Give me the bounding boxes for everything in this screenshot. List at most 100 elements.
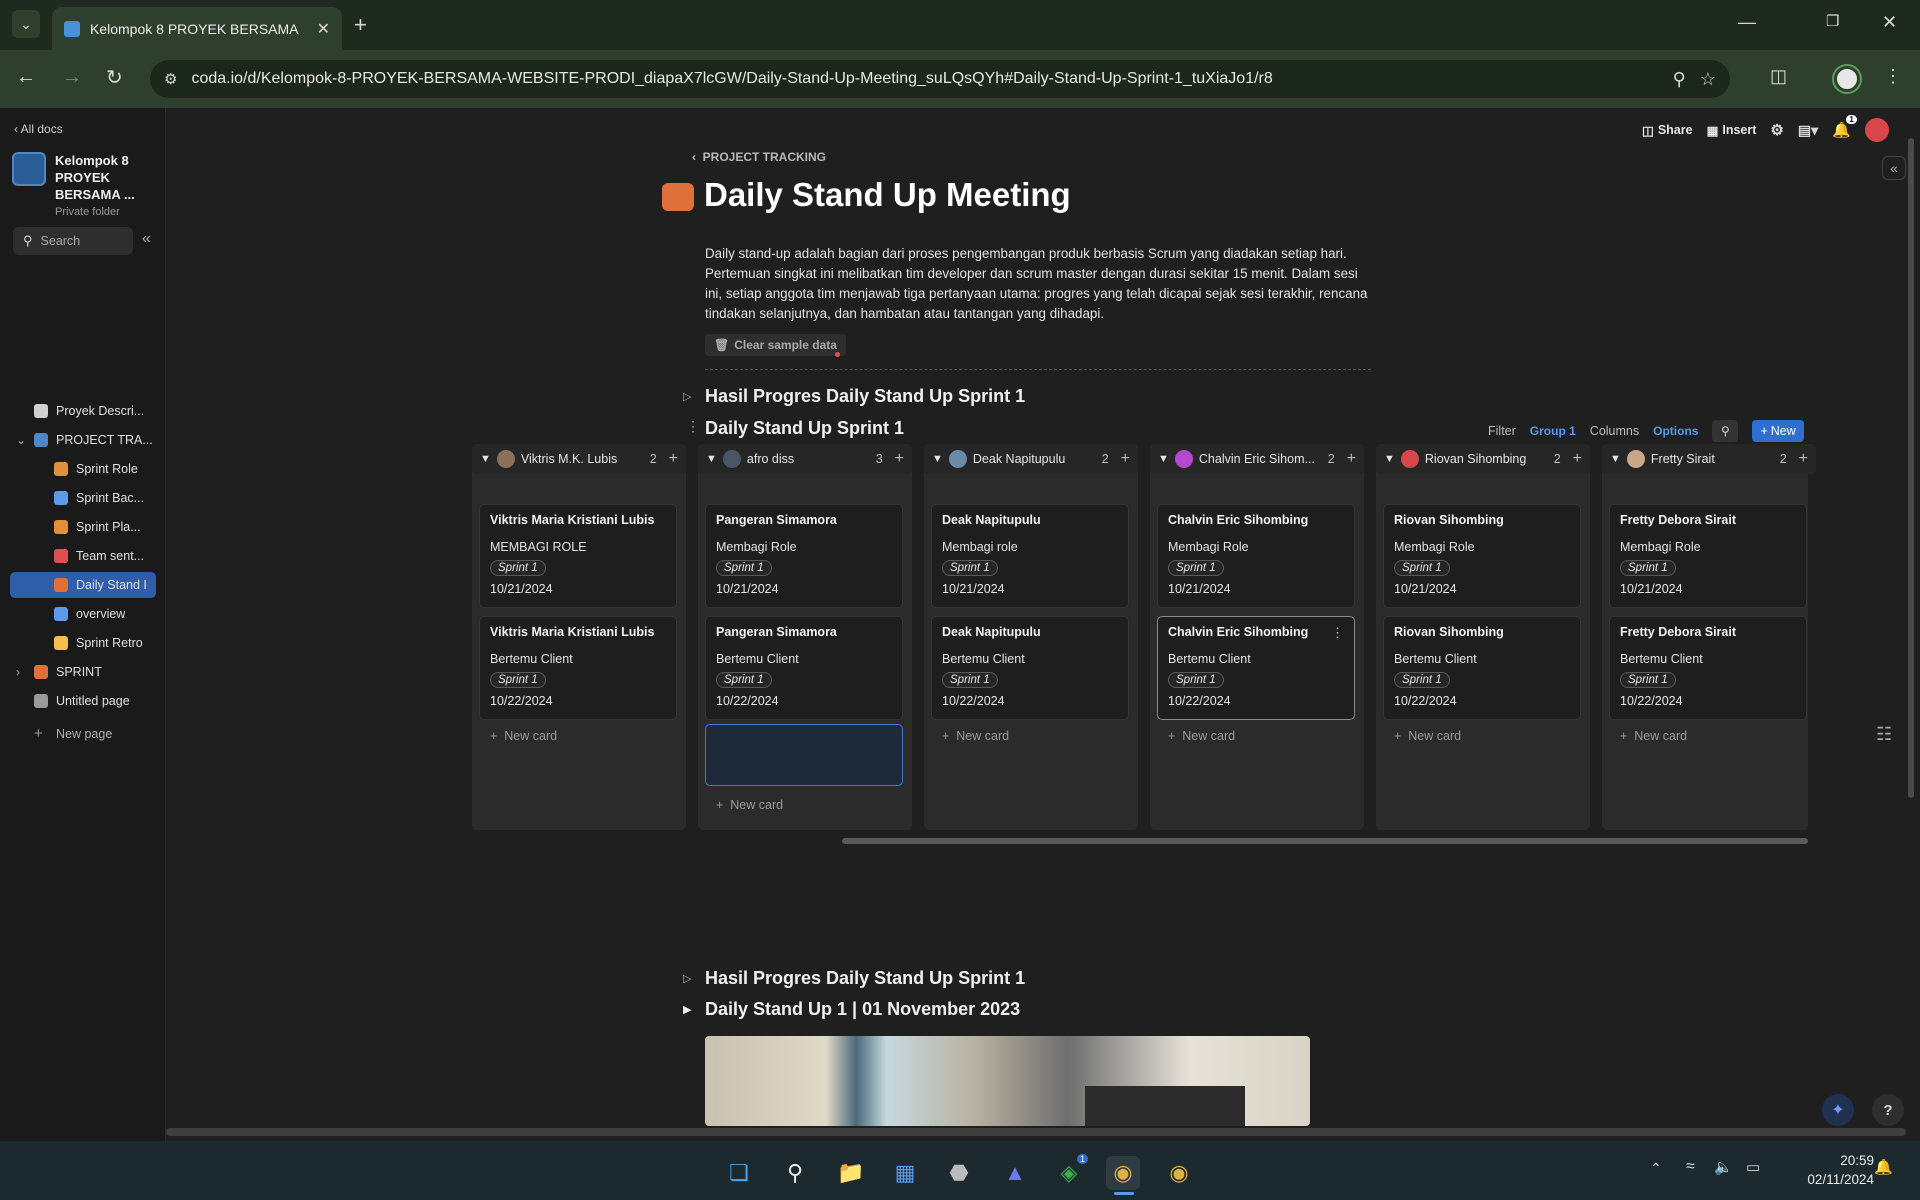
add-card-icon[interactable]: + — [1573, 450, 1582, 468]
new-card-button[interactable]: + New card — [1620, 729, 1687, 743]
section-heading-1[interactable]: Hasil Progres Daily Stand Up Sprint 1 — [705, 386, 1025, 407]
address-bar[interactable]: ⚙ coda.io/d/Kelompok-8-PROYEK-BERSAMA-WE… — [150, 60, 1730, 98]
column-header[interactable]: ▼ Deak Napitupulu 2 + — [924, 444, 1138, 474]
group-button[interactable]: Group 1 — [1530, 424, 1576, 438]
sprint-chip[interactable]: Sprint 1 — [1168, 672, 1224, 688]
chevron-down-icon[interactable]: ⌄ — [16, 433, 26, 447]
site-info-icon[interactable]: ⚙ — [164, 70, 177, 88]
url-text[interactable]: coda.io/d/Kelompok-8-PROYEK-BERSAMA-WEBS… — [191, 70, 1658, 88]
collapse-column-icon[interactable]: ▼ — [480, 453, 491, 465]
sprint-chip[interactable]: Sprint 1 — [1394, 560, 1450, 576]
browser-tab[interactable]: Kelompok 8 PROYEK BERSAMA ✕ — [52, 7, 342, 50]
taskbar-search-icon[interactable]: ⚲ — [778, 1156, 812, 1190]
sprint-chip[interactable]: Sprint 1 — [942, 672, 998, 688]
sprint-chip[interactable]: Sprint 1 — [716, 560, 772, 576]
sidebar-item[interactable]: overview — [10, 601, 156, 627]
add-card-icon[interactable]: + — [669, 450, 678, 468]
kanban-card[interactable]: Deak Napitupulu Membagi role Sprint 1 10/21… — [931, 504, 1129, 608]
zoom-icon[interactable]: ⚲ — [1673, 69, 1686, 90]
kanban-card[interactable]: Riovan Sihombing Membagi Role Sprint 1 10/2… — [1383, 504, 1581, 608]
battery-icon[interactable]: ▭ — [1746, 1158, 1760, 1176]
app-cube-icon[interactable]: ⬣ — [942, 1156, 976, 1190]
doc-title[interactable]: Kelompok 8 PROYEK BERSAMA ... — [55, 152, 151, 203]
collapse-column-icon[interactable]: ▼ — [1610, 453, 1621, 465]
new-card-button[interactable]: + New card — [942, 729, 1009, 743]
sprint-chip[interactable]: Sprint 1 — [1620, 560, 1676, 576]
add-card-icon[interactable]: + — [1347, 450, 1356, 468]
tab-list-button[interactable]: ⌄ — [12, 10, 40, 38]
column-header[interactable]: ▼ Chalvin Eric Sihom... 2 + — [1150, 444, 1364, 474]
columns-button[interactable]: Columns — [1590, 424, 1639, 438]
sprint-chip[interactable]: Sprint 1 — [1394, 672, 1450, 688]
add-card-icon[interactable]: + — [1799, 450, 1808, 468]
notification-center-icon[interactable]: 🔔 — [1874, 1158, 1893, 1176]
page-vertical-scrollbar[interactable] — [1908, 138, 1914, 798]
app-m-icon[interactable]: ▲ — [998, 1156, 1032, 1190]
browser-menu-icon[interactable]: ⋮ — [1884, 66, 1902, 87]
chevron-right-icon[interactable]: › — [16, 665, 20, 679]
sprint-chip[interactable]: Sprint 1 — [1620, 672, 1676, 688]
user-avatar[interactable] — [1864, 118, 1889, 142]
comments-icon[interactable]: ▤▾ — [1798, 122, 1818, 139]
collapse-column-icon[interactable]: ▼ — [1384, 453, 1395, 465]
column-header[interactable]: ▼ Viktris M.K. Lubis 2 + — [472, 444, 686, 474]
kanban-card[interactable]: Pangeran Simamora Membagi Role Sprint 1 10/… — [705, 504, 903, 608]
add-card-icon[interactable]: + — [1121, 450, 1130, 468]
board-search-icon[interactable]: ⚲ — [1712, 420, 1739, 442]
options-button[interactable]: Options — [1653, 424, 1698, 438]
close-tab-icon[interactable]: ✕ — [317, 19, 330, 39]
new-card-button[interactable]: + New card — [716, 798, 783, 812]
new-card-button[interactable]: + New card — [1168, 729, 1235, 743]
help-icon[interactable]: ? — [1872, 1094, 1904, 1126]
tray-chevron-icon[interactable]: ⌃ — [1650, 1160, 1662, 1177]
chrome-canary-icon[interactable]: ◉ — [1162, 1156, 1196, 1190]
search-input[interactable]: ⚲ Search — [13, 227, 133, 255]
close-window-icon[interactable]: ✕ — [1882, 12, 1897, 33]
sidebar-item[interactable]: Team sent... — [10, 543, 156, 569]
new-row-button[interactable]: + New — [1752, 420, 1804, 442]
wifi-icon[interactable]: ≈ — [1686, 1158, 1695, 1176]
add-card-icon[interactable]: + — [895, 450, 904, 468]
chrome-icon[interactable]: ◉ — [1106, 1156, 1140, 1190]
system-clock[interactable]: 20:59 02/11/2024 — [1784, 1151, 1874, 1189]
extensions-icon[interactable]: ◫ — [1770, 66, 1787, 87]
collapse-sidebar-icon[interactable]: « — [142, 230, 151, 248]
sidebar-item[interactable]: Sprint Bac... — [10, 485, 156, 511]
sprint-chip[interactable]: Sprint 1 — [1168, 560, 1224, 576]
sidebar-item[interactable]: Sprint Retro — [10, 630, 156, 656]
kanban-card[interactable]: Chalvin Eric Sihombing Bertemu Client Spri… — [1157, 616, 1355, 720]
expand-triangle-icon[interactable]: ▷ — [683, 390, 691, 403]
insert-button[interactable]: ▦ Insert — [1707, 123, 1757, 138]
kanban-card[interactable]: Pangeran Simamora Bertemu Client Sprint 1 1… — [705, 616, 903, 720]
sprint-chip[interactable]: Sprint 1 — [716, 672, 772, 688]
card-menu-icon[interactable]: ⋮ — [1331, 625, 1344, 641]
ai-sparkle-icon[interactable]: ✦ — [1822, 1094, 1854, 1126]
reload-icon[interactable]: ↻ — [106, 65, 123, 90]
page-horizontal-scrollbar[interactable] — [166, 1128, 1906, 1136]
collapse-triangle-icon[interactable]: ▶ — [683, 1003, 691, 1016]
section-heading-3[interactable]: Daily Stand Up 1 | 01 November 2023 — [705, 999, 1020, 1020]
sidebar-item[interactable]: + New page — [10, 721, 156, 747]
new-tab-icon[interactable]: + — [354, 12, 367, 38]
collapse-column-icon[interactable]: ▼ — [932, 453, 943, 465]
collapse-column-icon[interactable]: ▼ — [706, 453, 717, 465]
notifications-bell-icon[interactable]: 🔔 1 — [1832, 115, 1857, 139]
xbox-icon[interactable]: ◈ 1 — [1052, 1154, 1088, 1190]
windows-start-icon[interactable]: ❏ — [722, 1156, 756, 1190]
sprint-chip[interactable]: Sprint 1 — [490, 560, 546, 576]
new-card-button[interactable]: + New card — [490, 729, 557, 743]
kanban-card[interactable]: Fretty Debora Sirait Bertemu Client Sprint… — [1609, 616, 1807, 720]
expand-panel-icon[interactable]: « — [1882, 156, 1906, 180]
drag-handle-icon[interactable]: ⋮ — [686, 418, 700, 435]
expand-triangle-icon[interactable]: ▷ — [683, 972, 691, 985]
sidebar-item[interactable]: Proyek Descri... — [10, 398, 156, 424]
breadcrumb[interactable]: ‹ PROJECT TRACKING — [692, 150, 826, 164]
back-icon[interactable]: ← — [16, 66, 36, 89]
sprint-chip[interactable]: Sprint 1 — [490, 672, 546, 688]
sidebar-item[interactable]: › SPRINT — [10, 659, 156, 685]
share-button[interactable]: ◫ Share — [1642, 123, 1693, 138]
section-heading-2[interactable]: Hasil Progres Daily Stand Up Sprint 1 — [705, 968, 1025, 989]
kanban-card[interactable]: Viktris Maria Kristiani Lubis MEMBAGI ROL… — [479, 504, 677, 608]
volume-icon[interactable]: 🔈 — [1714, 1158, 1733, 1176]
kanban-card[interactable]: Fretty Debora Sirait Membagi Role Sprint 1… — [1609, 504, 1807, 608]
